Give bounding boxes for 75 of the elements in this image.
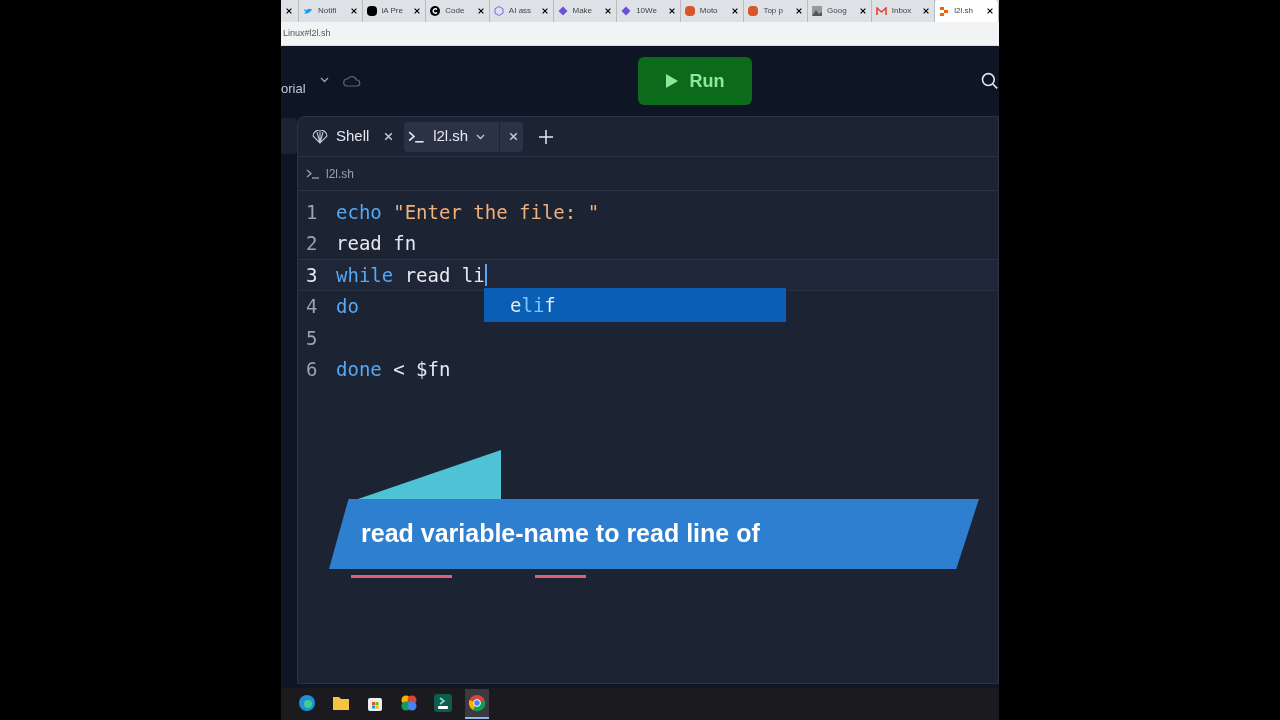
line-number: 2 (305, 231, 319, 256)
bird-icon (302, 6, 313, 16)
tab-label: l2l.sh (433, 126, 469, 147)
tab-title: Top p (763, 5, 784, 17)
tab-title: Make (572, 5, 594, 17)
close-icon[interactable] (476, 7, 485, 15)
diamond-icon (557, 6, 568, 16)
close-icon[interactable] (667, 7, 676, 15)
code-line: read fn (336, 231, 417, 256)
pinwheel-icon[interactable] (400, 694, 418, 712)
text-cursor (484, 263, 487, 286)
close-icon[interactable] (858, 7, 867, 15)
address-bar[interactable]: Linux#l2l.sh (283, 26, 331, 41)
image-icon (812, 6, 823, 16)
logo-icon (430, 6, 441, 16)
line-number: 6 (305, 357, 319, 382)
tab-title: l2l.sh (954, 5, 975, 17)
shell-icon (312, 129, 328, 144)
chrome-icon[interactable] (468, 694, 486, 712)
search-icon[interactable] (981, 72, 999, 90)
hexagon-icon (493, 6, 504, 16)
close-icon[interactable] (795, 7, 804, 15)
taskbar-item[interactable] (465, 689, 489, 719)
close-icon[interactable] (731, 7, 740, 15)
tab-title: Code (445, 5, 466, 17)
tab-title: Goog (827, 5, 848, 17)
folder-icon[interactable] (332, 695, 350, 711)
mail-icon (875, 6, 887, 16)
line-number: 3 (305, 262, 319, 288)
cloud-icon (342, 75, 361, 87)
close-icon[interactable] (508, 131, 520, 142)
line-number: 4 (305, 294, 319, 319)
logo-icon (684, 6, 695, 16)
tab-title: 10We (636, 5, 658, 17)
tab-title: AI ass (508, 5, 533, 17)
close-icon[interactable] (922, 7, 931, 15)
add-tab-icon[interactable] (539, 129, 554, 144)
line-number: 1 (305, 199, 319, 225)
terminal-icon[interactable] (434, 694, 452, 712)
close-icon[interactable] (604, 7, 613, 15)
close-icon[interactable] (285, 7, 293, 15)
code-line: while read li (336, 262, 485, 288)
caption-text: read variable-name to read line of (361, 518, 760, 550)
tab-title: Inbox (891, 5, 913, 17)
logo-icon (939, 6, 950, 16)
logo-icon (748, 6, 759, 16)
browser-icon[interactable] (298, 694, 316, 712)
diamond-icon (621, 6, 632, 16)
line-number: 5 (305, 325, 319, 351)
tab-title: iA Pre (381, 5, 404, 17)
tab-title: Notifi (317, 5, 338, 17)
code-line: echo "Enter the file: " (336, 199, 600, 225)
play-icon (665, 73, 680, 89)
project-name[interactable]: orial (281, 79, 306, 99)
run-button[interactable]: Run (637, 57, 753, 105)
code-line: done < $fn (336, 357, 451, 382)
close-icon[interactable] (349, 7, 358, 15)
tab-title: Moto (699, 5, 719, 17)
editor-tab[interactable]: Shell (308, 121, 399, 152)
tab-label: Shell (336, 126, 370, 147)
code-line: do (336, 294, 359, 319)
close-icon[interactable] (413, 7, 422, 15)
underline-mark (535, 575, 586, 578)
chevron-down-icon[interactable] (476, 133, 486, 140)
close-icon[interactable] (986, 7, 994, 15)
autocomplete-item[interactable]: elif (484, 288, 786, 322)
prompt-icon (306, 168, 320, 179)
prompt-icon (408, 130, 426, 143)
chevron-down-icon[interactable] (319, 77, 329, 83)
browser-tab[interactable]: l2l.sh (935, 0, 999, 22)
close-icon[interactable] (383, 131, 395, 142)
breadcrumb[interactable]: l2l.sh (326, 164, 354, 183)
close-icon[interactable] (540, 7, 549, 15)
editor-tab[interactable]: l2l.sh (404, 121, 524, 152)
logo-icon (366, 6, 377, 16)
